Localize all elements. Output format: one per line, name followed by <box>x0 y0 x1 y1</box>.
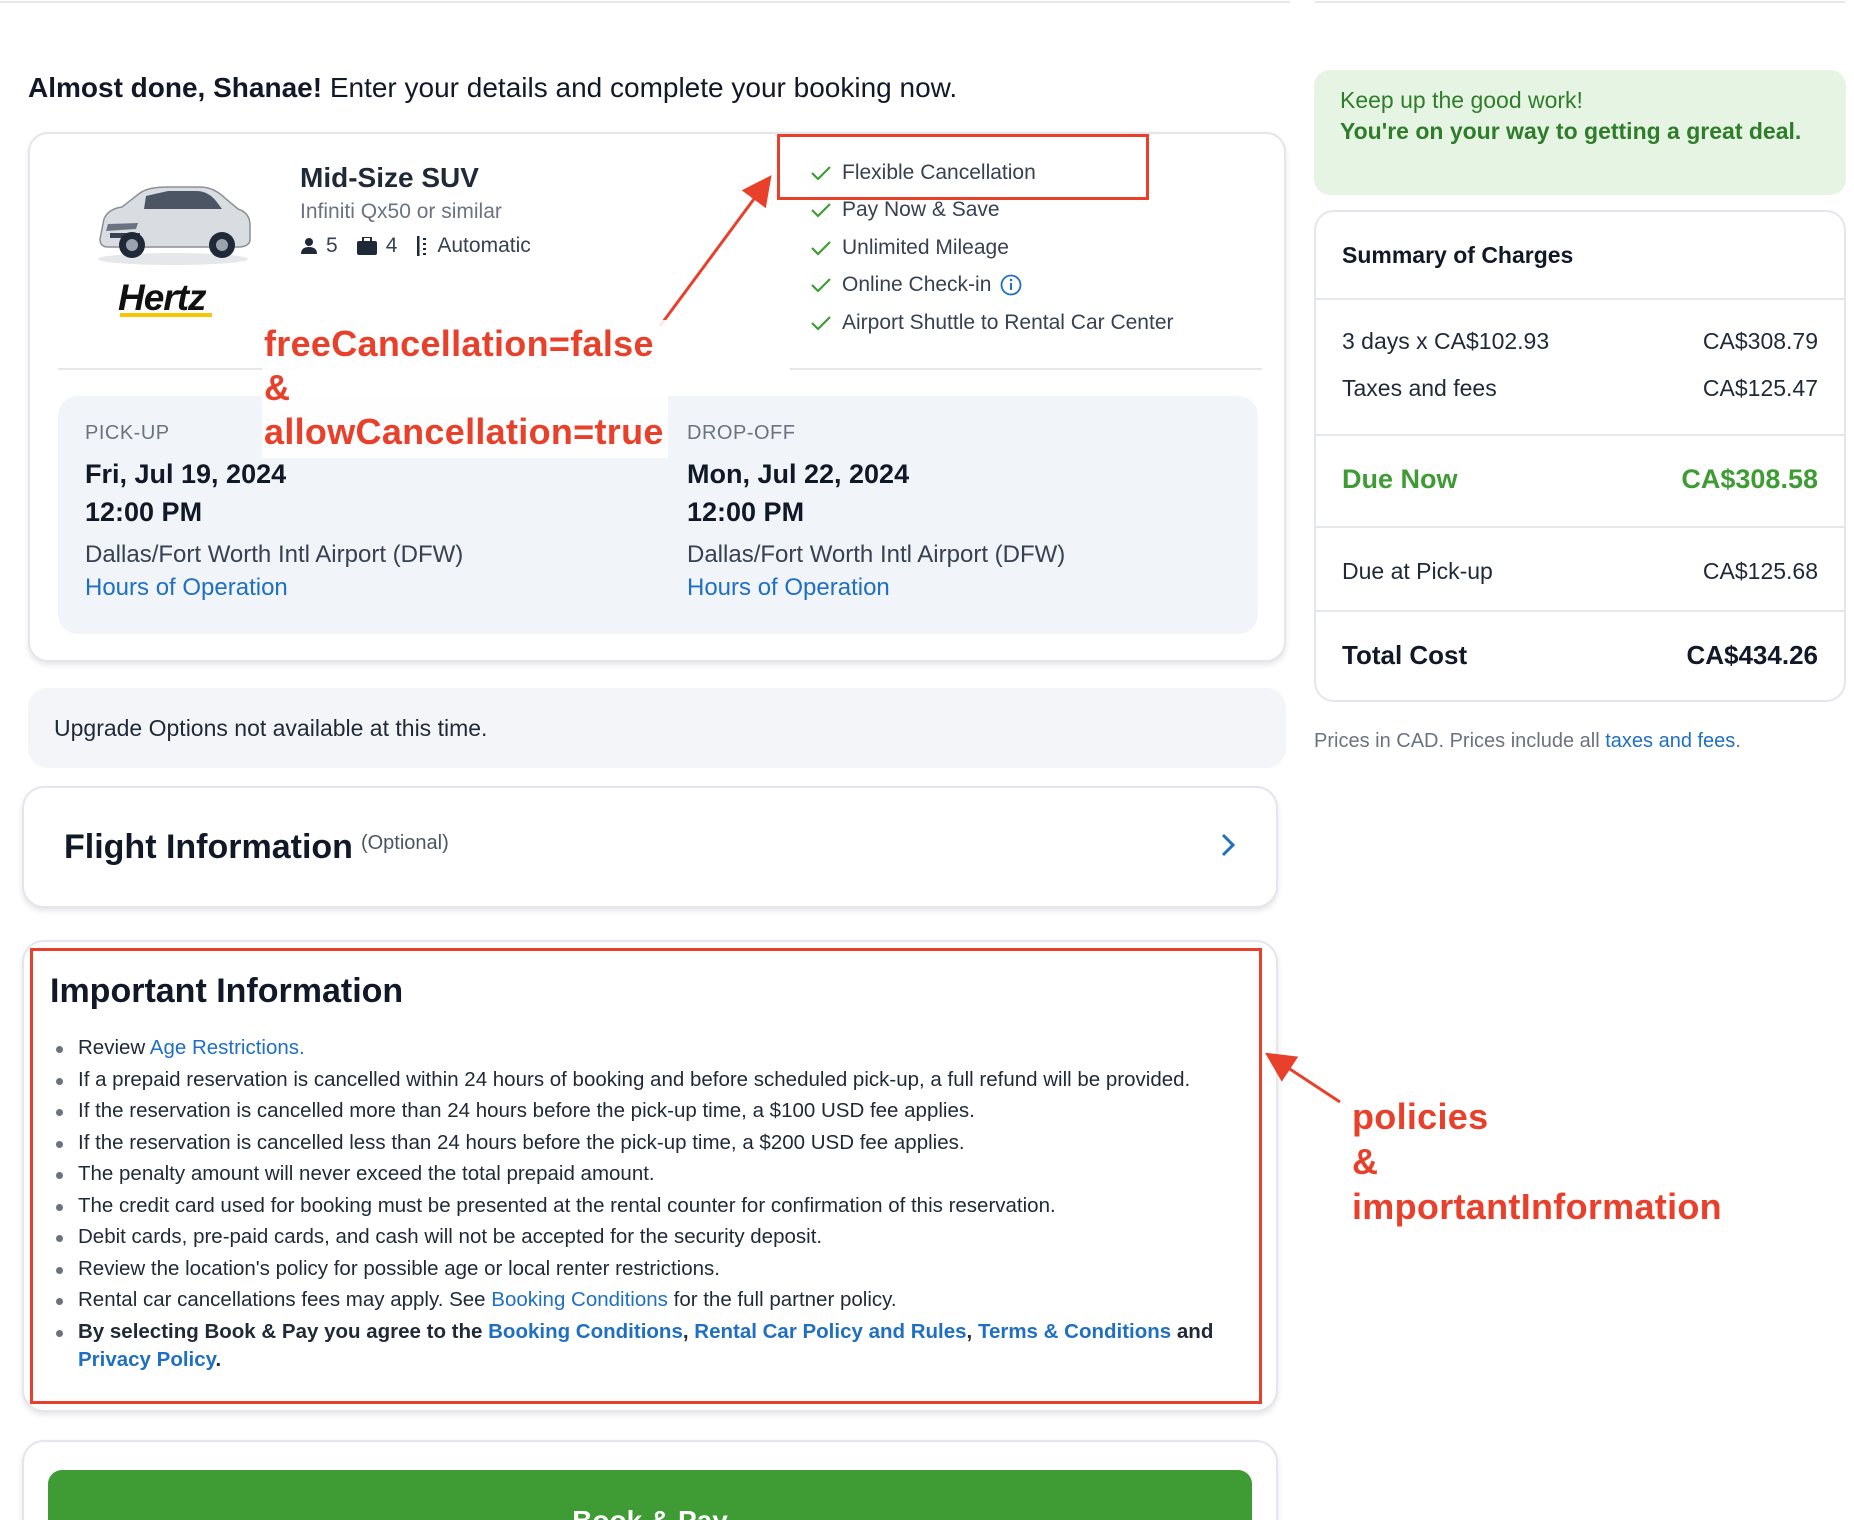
prices-note-text: Prices in CAD. Prices include all <box>1314 730 1606 752</box>
promo-line1: Keep up the good work! <box>1340 87 1583 113</box>
charge-value: CA$308.79 <box>1702 328 1818 354</box>
spec-transmission: Automatic <box>415 234 531 258</box>
brand-logo: Hertz <box>118 277 212 318</box>
summary-divider <box>1316 526 1844 528</box>
passenger-count: 5 <box>326 234 338 257</box>
feature-label: Airport Shuttle to Rental Car Center <box>842 310 1174 334</box>
book-and-pay-button[interactable]: Book & Pay <box>48 1470 1252 1520</box>
annotation-line: freeCancellation=false <box>264 323 654 364</box>
due-now-row: Due Now CA$308.58 <box>1342 464 1818 495</box>
due-now-label: Due Now <box>1342 464 1458 494</box>
prices-note-end: . <box>1735 730 1741 752</box>
dropoff-hours-link[interactable]: Hours of Operation <box>687 571 1065 605</box>
car-name: Mid-Size SUV <box>300 162 479 193</box>
summary-divider <box>1316 434 1844 436</box>
annotation-box-cancellation <box>777 134 1149 200</box>
total-label: Total Cost <box>1342 640 1468 670</box>
annotation-line: & <box>1352 1141 1379 1182</box>
total-row: Total Cost CA$434.26 <box>1342 640 1818 671</box>
summary-of-charges: Summary of Charges 3 days x CA$102.93 CA$… <box>1314 210 1846 702</box>
card-divider <box>58 368 295 370</box>
top-divider-right <box>1315 0 1845 3</box>
annotation-line: & <box>264 367 291 408</box>
due-now-value: CA$308.58 <box>1681 464 1818 494</box>
spec-bags: 4 <box>356 234 398 258</box>
feature-item: Airport Shuttle to Rental Car Center <box>810 304 1174 342</box>
charge-value: CA$125.47 <box>1702 375 1818 401</box>
pickup-time: 12:00 PM <box>85 497 203 527</box>
taxes-fees-link[interactable]: taxes and fees <box>1605 730 1735 752</box>
book-section: Book & Pay <box>22 1440 1278 1520</box>
dropoff-time: 12:00 PM <box>687 497 805 527</box>
check-icon <box>811 240 831 256</box>
gear-shift-icon <box>417 236 427 256</box>
car-image <box>98 186 251 265</box>
charge-row: Taxes and fees CA$125.47 <box>1342 375 1818 402</box>
spec-passengers: 5 <box>300 234 338 258</box>
top-divider <box>0 0 1290 3</box>
upgrade-options: Upgrade Options not available at this ti… <box>28 688 1286 768</box>
charge-row: 3 days x CA$102.93 CA$308.79 <box>1342 328 1818 355</box>
annotation-policies-label: policies & importantInformation <box>1352 1094 1722 1229</box>
transmission: Automatic <box>437 234 531 257</box>
dropoff-label: DROP-OFF <box>687 422 796 444</box>
dropoff-location: Dallas/Fort Worth Intl Airport (DFW) <box>687 541 1066 568</box>
promo-line2: You're on your way to getting a great de… <box>1340 118 1802 144</box>
summary-divider <box>1316 298 1844 300</box>
charge-label: 3 days x CA$102.93 <box>1342 328 1550 354</box>
annotation-cancellation-label: freeCancellation=false & allowCancellati… <box>262 320 668 458</box>
due-pickup-label: Due at Pick-up <box>1342 558 1493 584</box>
dropoff-date: Mon, Jul 22, 2024 <box>687 459 910 489</box>
summary-title: Summary of Charges <box>1342 242 1574 268</box>
prices-note: Prices in CAD. Prices include all taxes … <box>1314 730 1741 753</box>
total-value: CA$434.26 <box>1686 640 1818 670</box>
car-similar: Infiniti Qx50 or similar <box>300 200 502 223</box>
info-icon[interactable] <box>1000 274 1022 296</box>
page-headline: Almost done, Shanae! Enter your details … <box>28 72 957 104</box>
check-icon <box>811 203 831 218</box>
feature-label: Unlimited Mileage <box>842 235 1009 259</box>
headline-message: Enter your details and complete your boo… <box>322 72 958 103</box>
check-icon <box>811 278 831 293</box>
suitcase-icon <box>356 237 377 255</box>
greeting: Almost done, Shanae! <box>28 72 323 103</box>
due-pickup-value: CA$125.68 <box>1702 558 1818 584</box>
pickup-hours-link[interactable]: Hours of Operation <box>85 571 463 605</box>
check-icon <box>811 315 831 331</box>
annotation-line: allowCancellation=true <box>264 411 664 452</box>
pickup-location: Dallas/Fort Worth Intl Airport (DFW) <box>85 541 464 568</box>
chevron-right-icon <box>1221 833 1236 857</box>
card-divider <box>790 368 1262 370</box>
annotation-line: importantInformation <box>1352 1186 1722 1227</box>
dropoff-details: DROP-OFF Mon, Jul 22, 2024 12:00 PM Dall… <box>687 422 1065 605</box>
bag-count: 4 <box>385 234 398 257</box>
feature-item: Online Check-in <box>810 267 1174 305</box>
flight-information-toggle[interactable]: Flight Information (Optional) <box>22 786 1278 908</box>
charge-label: Taxes and fees <box>1342 375 1497 401</box>
summary-divider <box>1316 610 1844 612</box>
feature-label: Pay Now & Save <box>842 198 1000 222</box>
flight-title: Flight Information <box>64 827 353 866</box>
annotation-line: policies <box>1352 1096 1489 1137</box>
pickup-date: Fri, Jul 19, 2024 <box>85 459 287 489</box>
promo-banner: Keep up the good work! You're on your wa… <box>1314 70 1846 195</box>
due-pickup-row: Due at Pick-up CA$125.68 <box>1342 558 1818 585</box>
car-specs: 5 4 Automatic <box>300 234 549 258</box>
feature-item: Unlimited Mileage <box>810 229 1174 267</box>
annotation-box-policies <box>30 948 1262 1404</box>
feature-label: Online Check-in <box>842 273 992 297</box>
flight-optional: (Optional) <box>360 831 449 854</box>
person-icon <box>301 238 317 254</box>
